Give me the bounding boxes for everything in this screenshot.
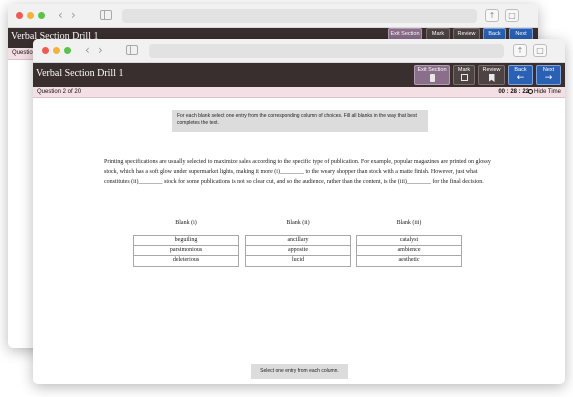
clock-icon xyxy=(527,89,533,94)
browser-back-icon[interactable]: ‹ xyxy=(85,43,90,57)
tabs-overview-icon[interactable]: □ xyxy=(505,9,519,22)
hide-time-label: Hide Time xyxy=(533,89,561,95)
choice-parsimonious[interactable]: parsimonious xyxy=(134,246,238,256)
browser-chrome: ‹ › ↑ □ xyxy=(33,39,565,63)
back-button[interactable]: Back ← xyxy=(508,65,533,85)
review-label: Review xyxy=(482,67,501,73)
close-window-button[interactable] xyxy=(42,47,49,54)
hide-time-button[interactable]: Hide Time xyxy=(527,89,561,95)
exit-section-button[interactable]: Exit Section xyxy=(414,65,450,85)
blank-i-choices: beguiling parsimonious deleterious xyxy=(133,235,239,267)
next-button[interactable]: Next → xyxy=(536,65,561,85)
timer: 00 : 28 : 22 xyxy=(498,89,529,95)
choice-apposite[interactable]: apposite xyxy=(246,246,350,256)
question-passage: Printing specifications are usually sele… xyxy=(104,159,491,185)
blank-ii-header: Blank (ii) xyxy=(286,220,310,226)
choice-ambience[interactable]: ambience xyxy=(357,246,461,256)
bookmark-icon xyxy=(488,74,495,82)
question-bar: Question 2 of 20 00 : 28 : 22 Hide Time xyxy=(33,87,565,98)
foreground-browser-window: ‹ › ↑ □ Verbal Section Drill 1 Exit Sect… xyxy=(33,39,565,384)
address-bar[interactable] xyxy=(122,9,477,23)
choice-lucid[interactable]: lucid xyxy=(246,256,350,266)
choice-beguiling[interactable]: beguiling xyxy=(134,236,238,246)
exit-section-label: Exit Section xyxy=(390,31,420,37)
checkbox-icon xyxy=(460,74,468,81)
zoom-window-button[interactable] xyxy=(64,47,71,54)
sidebar-toggle-icon[interactable] xyxy=(126,45,138,55)
calculator-icon xyxy=(429,74,435,82)
question-position: Question 2 of 20 xyxy=(37,89,82,95)
browser-forward-icon[interactable]: › xyxy=(98,43,103,57)
blank-iii-choices: catalyst ambience aesthetic xyxy=(356,235,462,267)
minimize-window-button[interactable] xyxy=(27,12,34,19)
next-label: Next xyxy=(542,67,555,73)
minimize-window-button[interactable] xyxy=(53,47,60,54)
share-icon[interactable]: ↑ xyxy=(485,9,499,22)
exit-section-label: Exit Section xyxy=(417,67,447,73)
choice-catalyst[interactable]: catalyst xyxy=(357,236,461,246)
mark-button[interactable]: Mark xyxy=(453,65,475,85)
mark-label: Mark xyxy=(431,31,445,37)
tabs-overview-icon[interactable]: □ xyxy=(533,44,547,57)
choice-deleterious[interactable]: deleterious xyxy=(134,256,238,266)
blank-i-header: Blank (i) xyxy=(175,220,197,226)
instructions-box: For each blank select one entry from the… xyxy=(172,110,428,132)
mark-label: Mark xyxy=(457,67,471,73)
choice-ancillary[interactable]: ancillary xyxy=(246,236,350,246)
back-label: Back xyxy=(514,67,527,73)
right-arrow-icon: → xyxy=(544,73,553,83)
status-message: Select one entry from each column. xyxy=(251,364,348,379)
back-label: Back xyxy=(488,31,501,37)
close-window-button[interactable] xyxy=(16,12,23,19)
address-bar[interactable] xyxy=(149,44,504,58)
browser-back-icon[interactable]: ‹ xyxy=(58,8,63,22)
browser-forward-icon[interactable]: › xyxy=(71,8,76,22)
browser-chrome: ‹ › ↑ □ xyxy=(8,4,538,28)
next-label: Next xyxy=(515,31,527,37)
choice-aesthetic[interactable]: aesthetic xyxy=(357,256,461,266)
share-icon[interactable]: ↑ xyxy=(513,44,527,57)
sidebar-toggle-icon[interactable] xyxy=(100,10,112,20)
app-title: Verbal Section Drill 1 xyxy=(36,68,124,79)
zoom-window-button[interactable] xyxy=(38,12,45,19)
blank-iii-header: Blank (iii) xyxy=(396,220,422,226)
blank-ii-choices: ancillary apposite lucid xyxy=(245,235,351,267)
review-button[interactable]: Review xyxy=(478,65,505,85)
review-label: Review xyxy=(457,31,476,37)
left-arrow-icon: ← xyxy=(516,73,525,83)
